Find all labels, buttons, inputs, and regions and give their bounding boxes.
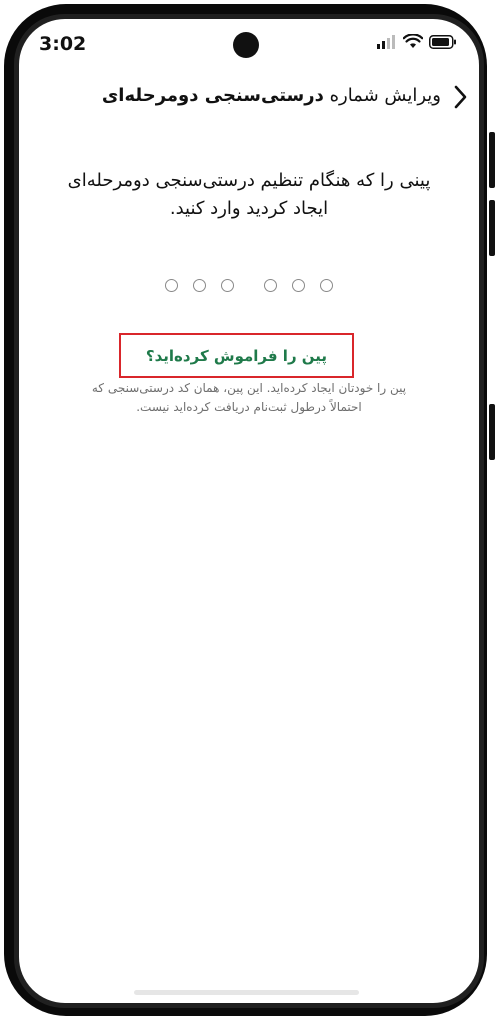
- header: ویرایش شماره درستی‌سنجی دومرحله‌ای: [19, 79, 479, 119]
- status-time: 3:02: [39, 33, 87, 55]
- phone-side-button: [489, 200, 495, 256]
- chevron-right-icon: [453, 85, 467, 113]
- pin-digit-slot: [165, 278, 178, 292]
- pin-helper-text: پین را خودتان ایجاد کرده‌اید. این پین، ه…: [39, 379, 459, 417]
- pin-helper-line-1: پین را خودتان ایجاد کرده‌اید. این پین، ه…: [91, 381, 407, 395]
- pin-digit-slot: [292, 278, 305, 292]
- pin-digit-slot: [193, 278, 206, 292]
- pin-helper-line-2: احتمالاً درطول ثبت‌نام دریافت کرده‌اید ن…: [136, 400, 362, 414]
- back-button[interactable]: [447, 83, 473, 115]
- forgot-pin-highlight: پین را فراموش کرده‌اید؟: [119, 333, 354, 378]
- pin-group: [264, 278, 333, 292]
- cellular-signal-icon: [377, 34, 397, 53]
- pin-input[interactable]: [19, 275, 479, 295]
- pin-instruction-line-2: ایجاد کردید وارد کنید.: [169, 198, 329, 219]
- wifi-icon: [402, 33, 424, 53]
- phone-side-button: [489, 132, 495, 188]
- pin-digit-slot: [264, 278, 277, 292]
- pin-digit-slot: [320, 278, 333, 292]
- home-indicator[interactable]: [134, 990, 359, 995]
- page-title-bold: درستی‌سنجی دومرحله‌ای: [101, 85, 324, 106]
- phone-screen: 3:02: [19, 19, 479, 1003]
- pin-group: [165, 278, 234, 292]
- pin-instruction-line-1: پینی را که هنگام تنظیم درستی‌سنجی دومرحل…: [67, 170, 431, 191]
- pin-digit-slot: [221, 278, 234, 292]
- front-camera: [233, 32, 259, 58]
- status-bar: 3:02: [19, 19, 479, 75]
- status-icons: [377, 33, 457, 53]
- phone-power-button: [489, 404, 495, 460]
- page-title: ویرایش شماره درستی‌سنجی دومرحله‌ای: [102, 85, 441, 106]
- page-title-prefix: ویرایش شماره: [329, 85, 441, 106]
- forgot-pin-link[interactable]: پین را فراموش کرده‌اید؟: [146, 347, 327, 365]
- pin-instruction: پینی را که هنگام تنظیم درستی‌سنجی دومرحل…: [29, 167, 469, 223]
- battery-icon: [429, 34, 457, 53]
